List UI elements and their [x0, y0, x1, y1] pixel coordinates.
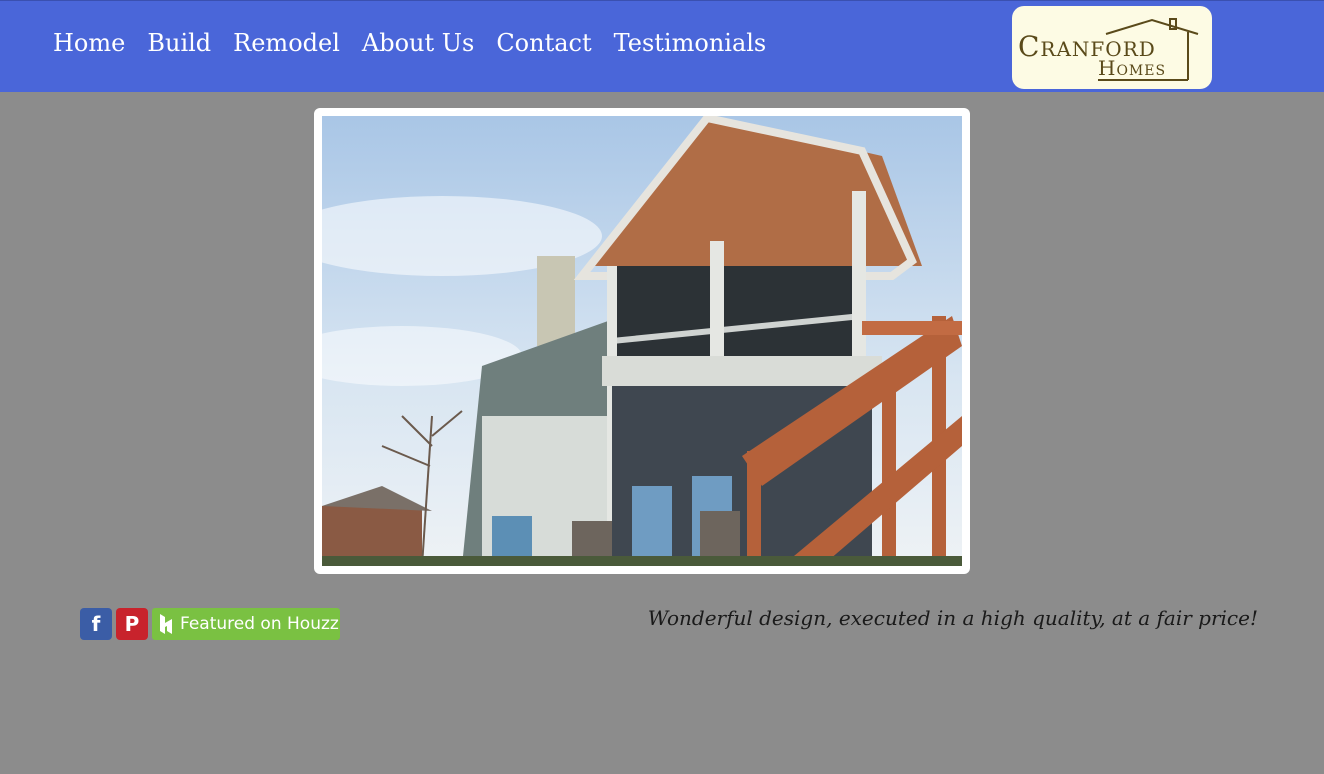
logo-text-homes: Homes: [1098, 56, 1167, 80]
houzz-featured-badge[interactable]: Featured on Houzz: [152, 608, 340, 640]
pinterest-icon[interactable]: P: [116, 608, 148, 640]
main-nav: Home Build Remodel About Us Contact Test…: [53, 25, 788, 61]
nav-about-us[interactable]: About Us: [362, 25, 474, 61]
hero-photo-house: [322, 116, 962, 566]
nav-testimonials[interactable]: Testimonials: [614, 25, 767, 61]
nav-remodel[interactable]: Remodel: [233, 25, 340, 61]
houzz-label: Featured on Houzz: [180, 614, 339, 634]
tagline: Wonderful design, executed in a high qua…: [647, 606, 1258, 630]
nav-build[interactable]: Build: [147, 25, 211, 61]
nav-contact[interactable]: Contact: [496, 25, 591, 61]
company-logo[interactable]: Cranford Homes: [1012, 6, 1212, 89]
header-bar: Home Build Remodel About Us Contact Test…: [0, 0, 1324, 92]
pinterest-glyph: P: [124, 612, 140, 636]
hero-photo-frame: [314, 108, 970, 574]
nav-home[interactable]: Home: [53, 25, 125, 61]
social-links: f P Featured on Houzz: [80, 608, 340, 640]
facebook-glyph: f: [91, 612, 101, 636]
houzz-icon: [152, 614, 180, 634]
facebook-icon[interactable]: f: [80, 608, 112, 640]
